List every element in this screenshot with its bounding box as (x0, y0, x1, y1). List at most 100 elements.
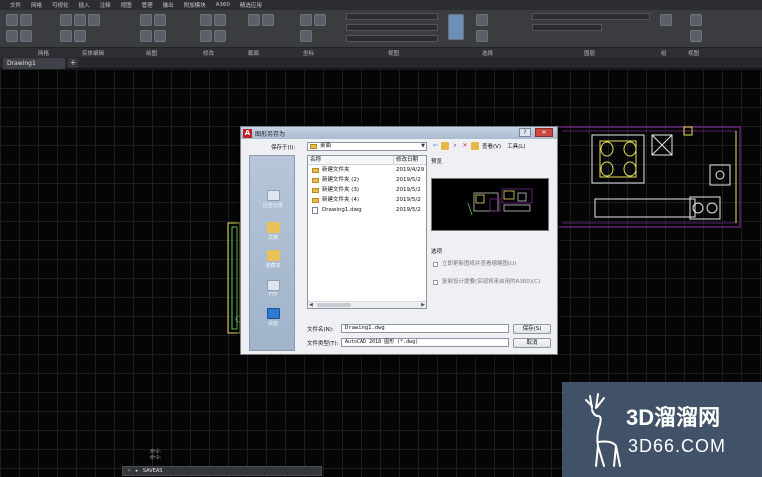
folder-icon (310, 144, 317, 149)
ribbon-tab[interactable]: 附加模块 (184, 1, 206, 9)
file-row[interactable]: 新建文件夹 2019/4/29 (308, 165, 426, 175)
mirror-icon[interactable] (214, 30, 226, 42)
column-date[interactable]: 修改日期 (394, 156, 426, 164)
ucs-icon[interactable] (300, 30, 312, 42)
watermark-url: 3D66.COM (628, 436, 727, 456)
save-button[interactable]: 保存(S) (513, 324, 551, 334)
ribbon-toolbar (0, 10, 762, 48)
layer-dropdown[interactable] (532, 13, 650, 20)
update-thumbnail-option[interactable]: 立即更新图纸并查看缩略图(U) (433, 261, 542, 267)
save-in-label: 保存于(I): (271, 145, 296, 151)
rotate-icon[interactable] (214, 14, 226, 26)
ribbon-tab[interactable]: 精选应用 (240, 1, 262, 9)
close-icon[interactable]: ✕ (535, 128, 553, 137)
new-tab-button[interactable]: + (68, 58, 78, 68)
up-folder-icon[interactable] (441, 142, 449, 150)
place-favorites[interactable]: 收藏夹 (250, 250, 296, 269)
views-menu[interactable]: 查看(V) (482, 142, 501, 150)
checkbox[interactable] (433, 262, 438, 267)
place-history[interactable]: 历史记录 (250, 190, 296, 209)
draw-rect-icon[interactable] (154, 30, 166, 42)
history-line: 命令: (150, 455, 162, 461)
document-tab[interactable]: Drawing1 (3, 58, 65, 69)
copy-icon[interactable] (200, 30, 212, 42)
tools-menu[interactable]: 工具(L) (507, 142, 525, 150)
file-row[interactable]: Drawing1.dwg 2019/5/2 (308, 205, 426, 215)
ribbon-tab[interactable]: 插入 (79, 1, 90, 9)
panel-title: 修改 (203, 51, 215, 57)
ribbon-tab[interactable]: 网格 (31, 1, 42, 9)
section-icon[interactable] (248, 14, 260, 26)
filetype-select[interactable]: AutoCAD 2018 图形 (*.dwg) (341, 338, 509, 347)
command-line[interactable]: ✕ ▸ SAVEAS (122, 466, 322, 476)
ribbon-tab[interactable]: 视图 (121, 1, 132, 9)
folder-icon (312, 198, 319, 203)
layer-dropdown[interactable] (532, 24, 602, 31)
place-documents[interactable]: 文档 (250, 222, 296, 241)
place-ftp[interactable]: FTP (250, 280, 296, 298)
place-label: 收藏夹 (265, 263, 281, 269)
mesh-tool-icon[interactable] (6, 30, 18, 42)
file-row[interactable]: 新建文件夹 (4) 2019/5/2 (308, 195, 426, 205)
ribbon-tab[interactable]: 可视化 (52, 1, 69, 9)
scroll-right-icon[interactable]: ▶ (421, 302, 425, 308)
draw-line-icon[interactable] (140, 14, 152, 26)
scroll-thumb[interactable] (317, 303, 351, 307)
close-icon[interactable]: ✕ (127, 468, 131, 474)
horizontal-scrollbar[interactable]: ◀ ▶ (308, 301, 426, 308)
panel-title: 视图 (388, 51, 400, 57)
dialog-title-bar[interactable]: A 图形另存为 (241, 127, 557, 139)
new-folder-icon[interactable] (471, 142, 479, 150)
view-dropdown[interactable] (346, 24, 438, 31)
file-row[interactable]: 新建文件夹 (2) 2019/5/2 (308, 175, 426, 185)
view-icon[interactable] (690, 30, 702, 42)
file-row[interactable]: 新建文件夹 (3) 2019/5/2 (308, 185, 426, 195)
solid-edit-icon[interactable] (88, 14, 100, 26)
ribbon-tab[interactable]: A360 (216, 2, 230, 8)
ucs-icon[interactable] (314, 14, 326, 26)
option-label: 复制设计提要(实现将来启用的A360)(C) (442, 279, 541, 285)
ribbon-tab[interactable]: 输出 (163, 1, 174, 9)
document-tab-bar: Drawing1 + (0, 57, 762, 69)
select-icon[interactable] (476, 30, 488, 42)
ribbon-tab[interactable]: 管理 (142, 1, 153, 9)
move-icon[interactable] (200, 14, 212, 26)
ribbon-panel-titles: 网格 实体编辑 绘图 修改 截面 坐标 视图 选择 图层 组 视图 (0, 48, 762, 57)
solid-edit-icon[interactable] (74, 14, 86, 26)
copy-design-feed-option[interactable]: 复制设计提要(实现将来启用的A360)(C) (433, 279, 542, 285)
draw-arc-icon[interactable] (140, 30, 152, 42)
mesh-tool-icon[interactable] (20, 14, 32, 26)
solid-edit-icon[interactable] (74, 30, 86, 42)
solid-edit-icon[interactable] (60, 30, 72, 42)
visual-style-dropdown[interactable] (346, 13, 438, 20)
cancel-button[interactable]: 取消 (513, 338, 551, 348)
panel-title: 坐标 (303, 51, 315, 57)
ribbon-tab[interactable]: 文件 (10, 1, 21, 9)
filename-input[interactable]: Drawing1.dwg (341, 324, 509, 333)
draw-circle-icon[interactable] (154, 14, 166, 26)
help-button[interactable]: ? (519, 128, 531, 137)
select-icon[interactable] (476, 14, 488, 26)
column-name[interactable]: 名称 (308, 156, 394, 164)
command-input[interactable]: SAVEAS (143, 468, 163, 474)
place-label: 桌面 (267, 321, 278, 327)
view-dropdown[interactable] (346, 35, 438, 42)
ucs-icon[interactable] (300, 14, 312, 26)
scroll-left-icon[interactable]: ◀ (309, 302, 313, 308)
panel-title: 绘图 (146, 51, 158, 57)
section-icon[interactable] (262, 14, 274, 26)
place-desktop[interactable]: 桌面 (250, 308, 296, 327)
culling-icon[interactable] (448, 14, 464, 40)
group-icon[interactable] (660, 14, 672, 26)
mesh-tool-icon[interactable] (20, 30, 32, 42)
file-date: 2019/5/2 (396, 197, 421, 203)
mesh-tool-icon[interactable] (6, 14, 18, 26)
solid-edit-icon[interactable] (60, 14, 72, 26)
checkbox[interactable] (433, 280, 438, 285)
back-icon[interactable]: ⇦ (431, 142, 439, 150)
search-web-icon[interactable]: ⌕ (451, 142, 459, 150)
view-icon[interactable] (690, 14, 702, 26)
ribbon-tab[interactable]: 注释 (100, 1, 111, 9)
delete-icon[interactable]: ✕ (461, 142, 469, 150)
save-in-dropdown[interactable]: 桌面 ▼ (307, 142, 427, 151)
